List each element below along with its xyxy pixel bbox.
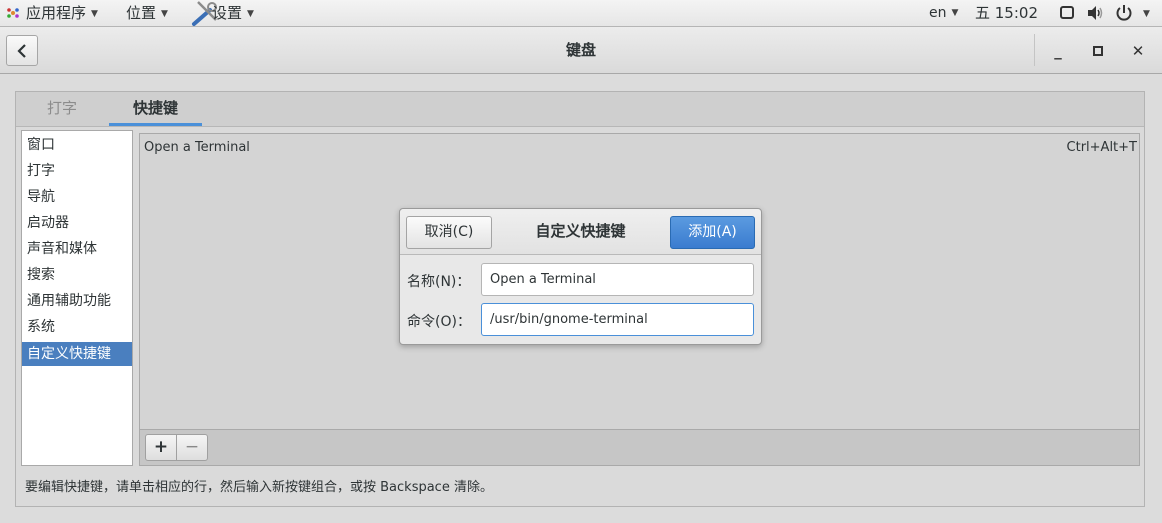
close-button[interactable]: ✕ — [1127, 40, 1149, 62]
power-icon[interactable] — [1115, 4, 1133, 22]
category-item-typing[interactable]: 打字 — [22, 159, 132, 183]
name-field[interactable] — [481, 263, 754, 296]
clock[interactable]: 五 15:02 — [975, 0, 1038, 26]
shortcut-category-list: 窗口 打字 导航 启动器 声音和媒体 搜索 通用辅助功能 系统 自定义快捷键 — [21, 130, 133, 466]
tab-bar: 打字 快捷键 — [16, 92, 1144, 127]
screen-icon[interactable] — [1060, 6, 1074, 19]
custom-shortcut-dialog: 取消(C) 自定义快捷键 添加(A) 名称(N)： 命令(O)： — [399, 208, 762, 345]
remove-shortcut-button[interactable]: − — [176, 434, 208, 461]
chevron-down-icon: ▼ — [247, 9, 254, 19]
system-menu-chevron-icon[interactable]: ▼ — [1138, 0, 1150, 26]
input-language-indicator[interactable]: en ▼ — [929, 0, 958, 26]
category-item-search[interactable]: 搜索 — [22, 263, 132, 287]
shortcut-accelerator: Ctrl+Alt+T — [1066, 140, 1137, 155]
chevron-down-icon: ▼ — [951, 8, 959, 18]
command-label: 命令(O)： — [407, 314, 471, 330]
apps-menu-icon — [7, 8, 19, 18]
category-item-navigation[interactable]: 导航 — [22, 185, 132, 209]
tab-typing[interactable]: 打字 — [30, 92, 94, 126]
places-menu-label: 位置 — [126, 4, 157, 22]
back-button[interactable] — [6, 35, 38, 66]
help-hint-text: 要编辑快捷键，请单击相应的行，然后输入新按键组合，或按 Backspace 清除… — [25, 480, 493, 495]
add-shortcut-button[interactable]: + — [145, 434, 177, 461]
dialog-header: 取消(C) 自定义快捷键 添加(A) — [400, 209, 761, 255]
category-item-system[interactable]: 系统 — [22, 315, 132, 339]
chevron-left-icon — [17, 44, 26, 58]
settings-menu[interactable]: 设置 ▼ — [212, 0, 254, 26]
chevron-down-icon: ▼ — [161, 9, 168, 19]
header-separator — [1034, 34, 1035, 66]
settings-menu-label: 设置 — [212, 4, 243, 22]
command-field[interactable] — [481, 303, 754, 336]
maximize-button[interactable] — [1087, 40, 1109, 62]
add-button[interactable]: 添加(A) — [670, 216, 755, 249]
window-title: 键盘 — [565, 41, 596, 59]
cancel-button[interactable]: 取消(C) — [406, 216, 492, 249]
language-label: en — [929, 5, 947, 21]
shortcut-name: Open a Terminal — [144, 140, 250, 155]
category-item-sound-media[interactable]: 声音和媒体 — [22, 237, 132, 261]
chevron-down-icon: ▼ — [91, 9, 98, 19]
applications-menu[interactable]: 应用程序 ▼ — [26, 0, 98, 26]
applications-menu-label: 应用程序 — [26, 4, 87, 22]
list-toolbar: + − — [140, 429, 1139, 465]
top-panel: 应用程序 ▼ 位置 ▼ 设置 ▼ en ▼ 五 15:02 ▼ — [0, 0, 1162, 27]
places-menu[interactable]: 位置 ▼ — [126, 0, 168, 26]
category-item-launchers[interactable]: 启动器 — [22, 211, 132, 235]
window-header: 键盘 _ ✕ — [0, 27, 1162, 74]
name-label: 名称(N)： — [407, 274, 471, 290]
category-item-windows[interactable]: 窗口 — [22, 133, 132, 157]
tab-shortcuts[interactable]: 快捷键 — [109, 92, 202, 126]
minimize-button[interactable]: _ — [1047, 40, 1069, 62]
category-item-accessibility[interactable]: 通用辅助功能 — [22, 289, 132, 313]
shortcut-row[interactable]: Open a Terminal Ctrl+Alt+T — [140, 134, 1139, 162]
category-item-custom-shortcuts[interactable]: 自定义快捷键 — [22, 342, 132, 366]
volume-icon[interactable] — [1087, 5, 1105, 21]
